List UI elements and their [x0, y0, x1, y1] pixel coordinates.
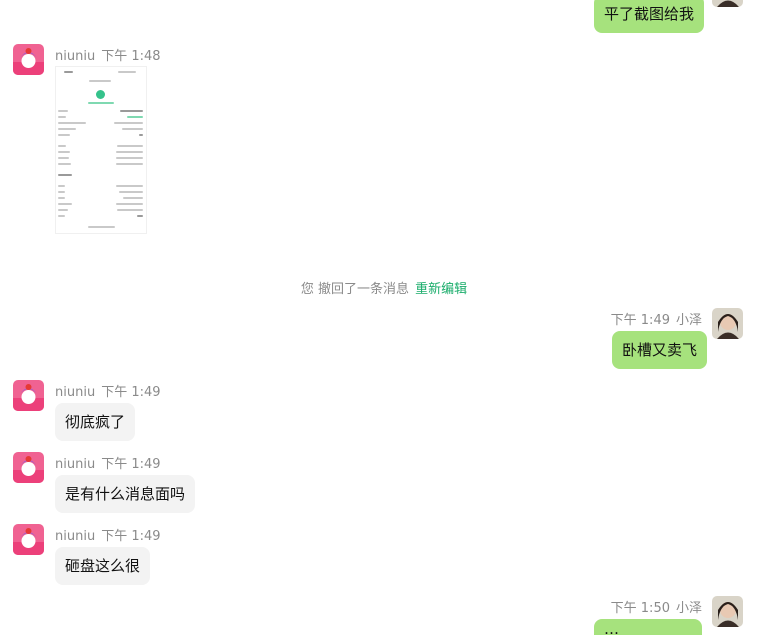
- recall-text: 您 撤回了一条消息: [300, 282, 410, 297]
- sender-name: 小泽: [675, 601, 702, 616]
- check-icon: [96, 90, 105, 99]
- message-time: 下午 1:49: [101, 457, 161, 472]
- message-bubble[interactable]: 彻底疯了: [55, 403, 136, 441]
- message-time: 下午 1:48: [101, 49, 161, 64]
- avatar-xiaoze[interactable]: [712, 308, 743, 339]
- avatar-niuniu[interactable]: [13, 44, 44, 75]
- re-edit-link[interactable]: 重新编辑: [415, 282, 467, 297]
- recall-notice: 您 撤回了一条消息 重新编辑: [0, 278, 768, 297]
- message-time: 下午 1:49: [101, 529, 161, 544]
- avatar-niuniu[interactable]: [13, 452, 44, 483]
- sender-name: niuniu: [55, 385, 96, 400]
- message-time: 下午 1:49: [101, 385, 161, 400]
- sender-name: 小泽: [675, 313, 702, 328]
- message-bubble[interactable]: 砸盘这么很: [55, 547, 151, 585]
- message-time: 下午 1:50: [610, 601, 670, 616]
- avatar-niuniu[interactable]: [13, 380, 44, 411]
- avatar-xiaoze[interactable]: [712, 0, 743, 7]
- image-message-thumbnail[interactable]: [55, 66, 147, 234]
- message-bubble[interactable]: 是有什么消息面吗: [55, 475, 196, 513]
- avatar-niuniu[interactable]: [13, 524, 44, 555]
- message-time: 下午 1:49: [610, 313, 670, 328]
- sender-name: niuniu: [55, 49, 96, 64]
- sender-name: niuniu: [55, 529, 96, 544]
- chat-window: 平了截图给我 niuniu 下午 1:48 您 撤回了一条消息 重新编辑 下午 …: [0, 0, 768, 635]
- message-bubble[interactable]: 卧槽又卖飞: [612, 331, 708, 369]
- message-bubble[interactable]: …: [594, 619, 702, 635]
- sender-name: niuniu: [55, 457, 96, 472]
- message-bubble[interactable]: 平了截图给我: [594, 0, 705, 33]
- avatar-xiaoze[interactable]: [712, 596, 743, 627]
